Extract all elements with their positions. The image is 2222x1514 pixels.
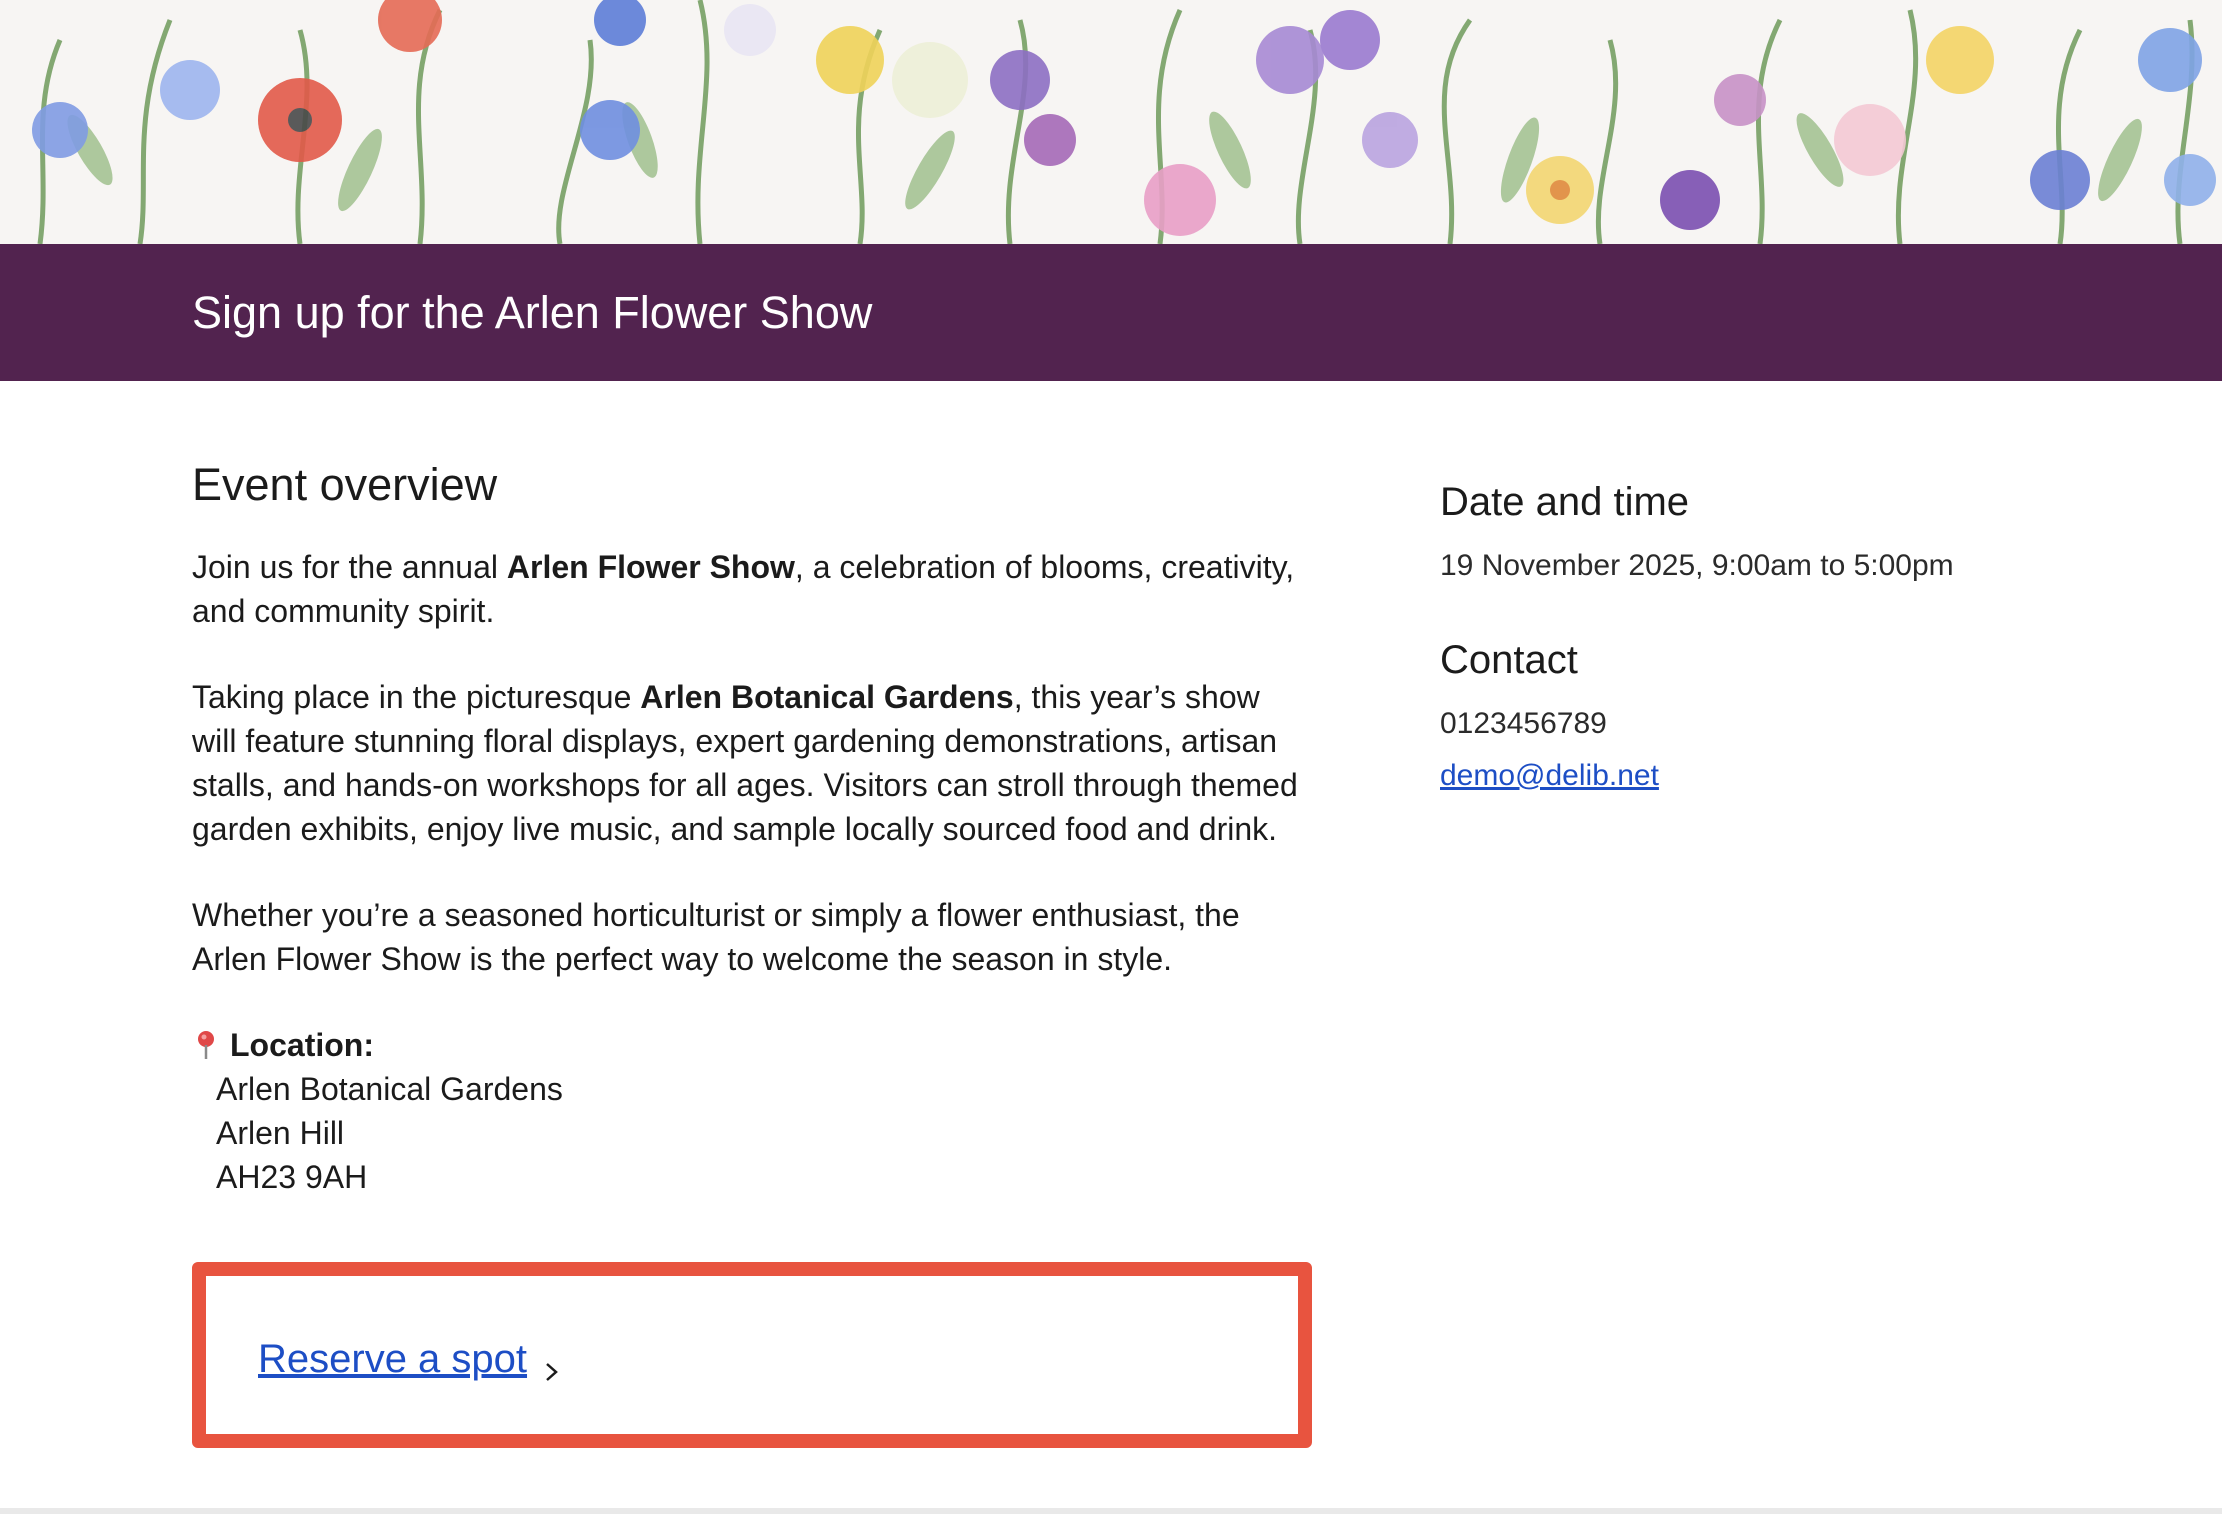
reserve-spot-label: Reserve a spot [258, 1337, 528, 1381]
floral-banner [0, 0, 2222, 244]
title-bar: Sign up for the Arlen Flower Show [0, 244, 2222, 381]
wildflower-banner-image [0, 0, 2222, 244]
overview-paragraph-2: Taking place in the picturesque Arlen Bo… [192, 675, 1312, 851]
overview-paragraph-1: Join us for the annual Arlen Flower Show… [192, 545, 1312, 633]
address-line: AH23 9AH [216, 1159, 368, 1195]
footer-divider [0, 1508, 2222, 1514]
page-title: Sign up for the Arlen Flower Show [192, 287, 873, 338]
date-value: 19 November 2025, 9:00am to 5:00pm [1440, 549, 1954, 582]
reserve-spot-link[interactable]: Reserve a spot [258, 1331, 561, 1387]
pin-icon [192, 1023, 224, 1067]
p2-text-start: Taking place in the picturesque [192, 679, 641, 715]
overview-paragraph-3: Whether you’re a seasoned horticulturist… [192, 897, 1240, 977]
address-line: Arlen Hill [216, 1115, 345, 1151]
p2-bold-venue: Arlen Botanical Gardens [640, 679, 1014, 715]
contact-email-link[interactable]: demo@delib.net [1440, 759, 1659, 792]
overview-heading: Event overview [192, 459, 498, 510]
location-label-row: Location: [192, 1023, 1312, 1067]
contact-phone: 0123456789 [1440, 707, 1607, 740]
event-overview-section: Event overview Join us for the annual Ar… [192, 455, 1312, 1199]
p1-text-start: Join us for the annual [192, 549, 507, 585]
date-heading: Date and time [1440, 480, 1690, 524]
location-label: Location: [230, 1027, 374, 1063]
p1-bold-show-name: Arlen Flower Show [506, 549, 795, 585]
reserve-highlight-box: Reserve a spot [192, 1262, 1312, 1448]
chevron-right-icon [543, 1345, 561, 1381]
event-details-sidebar: Date and time 19 November 2025, 9:00am t… [1440, 470, 2140, 798]
contact-heading: Contact [1440, 638, 1578, 682]
address-line: Arlen Botanical Gardens [216, 1071, 563, 1107]
